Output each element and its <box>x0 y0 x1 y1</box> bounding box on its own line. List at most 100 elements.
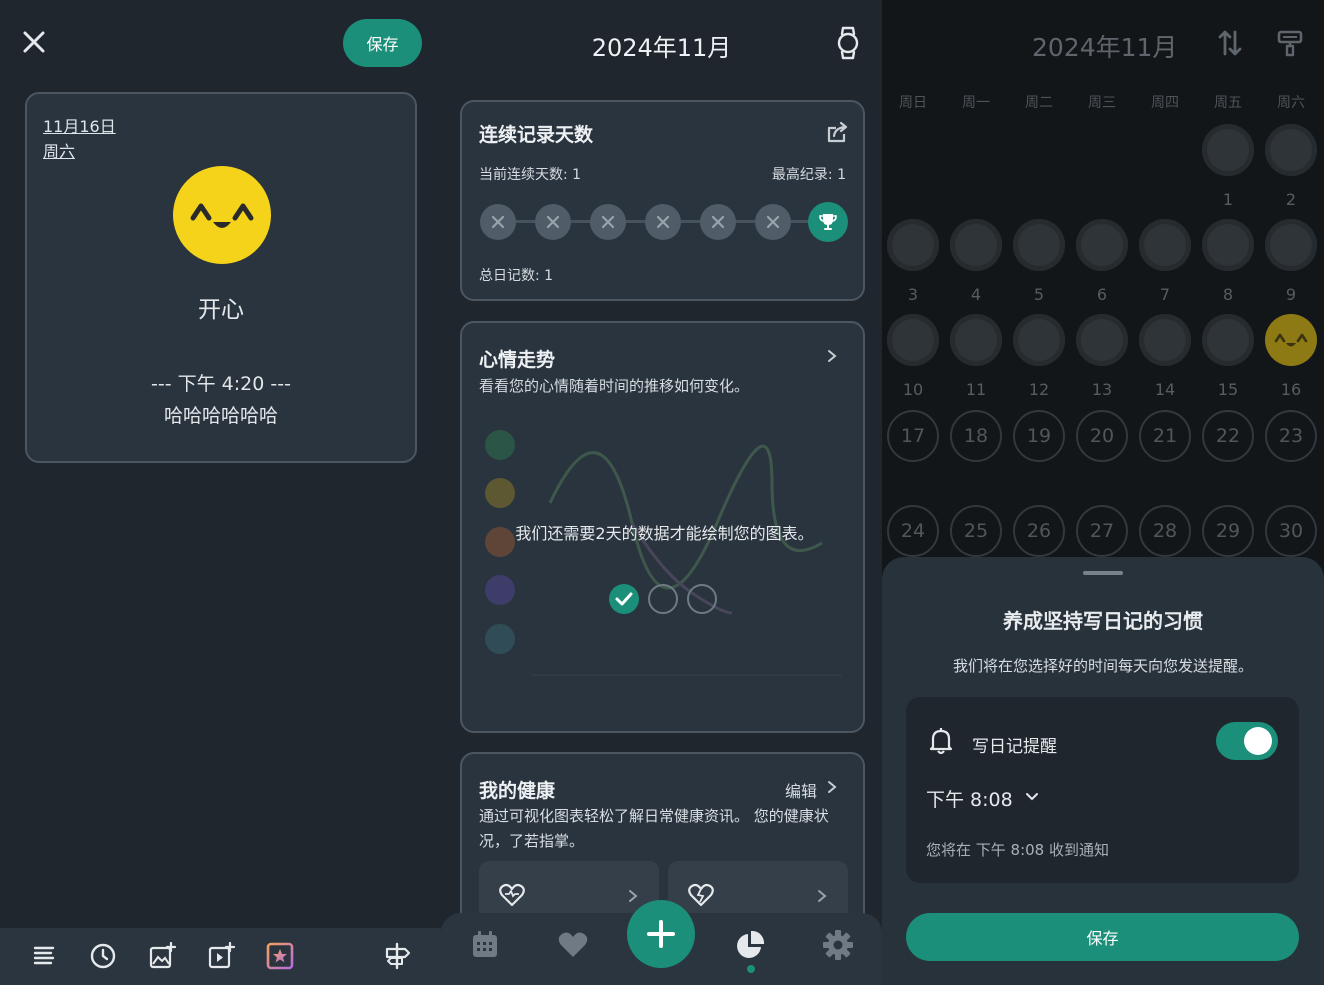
sticker-icon[interactable] <box>265 941 295 971</box>
calendar-day-number: 11 <box>965 380 987 399</box>
calendar-day-empty-slot[interactable] <box>950 314 1002 366</box>
calendar-day-future[interactable]: 23 <box>1265 410 1317 462</box>
mood-trend-card[interactable]: 心情走势 看看您的心情随着时间的推移如何变化。 我们还需要2天的数据才能绘制您的… <box>460 321 865 733</box>
bell-icon <box>929 728 953 755</box>
heart-pulse-icon <box>499 883 525 907</box>
app-root: 保存 11月16日 周六 开心 --- 下午 4:20 --- 哈哈哈哈哈哈 2… <box>0 0 1324 985</box>
calendar-day-future[interactable]: 29 <box>1202 505 1254 557</box>
entry-card[interactable]: 11月16日 周六 开心 --- 下午 4:20 --- 哈哈哈哈哈哈 <box>25 92 417 463</box>
share-icon[interactable] <box>823 120 849 144</box>
progress-pending-circle <box>687 584 717 614</box>
chevron-right-icon[interactable] <box>825 780 839 794</box>
health-edit-link[interactable]: 编辑 <box>785 778 817 802</box>
paint-roller-icon[interactable] <box>1276 28 1304 58</box>
entry-text[interactable]: 哈哈哈哈哈哈 <box>27 401 415 428</box>
sheet-drag-handle[interactable] <box>1083 571 1123 575</box>
entry-time[interactable]: --- 下午 4:20 --- <box>27 369 415 396</box>
best-streak-label: 最高纪录: 1 <box>771 167 846 183</box>
calendar-day-empty-slot[interactable] <box>1139 219 1191 271</box>
chevron-right-icon <box>818 890 827 902</box>
calendar-day-number: 6 <box>1096 285 1108 304</box>
calendar-day-number: 10 <box>902 380 924 399</box>
calendar-day-empty-slot[interactable] <box>1013 314 1065 366</box>
calendar-day-empty-slot[interactable] <box>1076 314 1128 366</box>
signpost-icon[interactable] <box>382 941 412 971</box>
calendar-day-empty-slot[interactable] <box>950 219 1002 271</box>
calendar-day-number: 15 <box>1217 380 1239 399</box>
chevron-right-icon <box>629 890 638 902</box>
entry-date[interactable]: 11月16日 周六 <box>43 114 116 164</box>
health-title: 我的健康 <box>479 780 556 802</box>
calendar-day-future[interactable]: 22 <box>1202 410 1254 462</box>
save-button[interactable]: 保存 <box>343 19 422 67</box>
calendar-icon[interactable] <box>469 929 501 961</box>
calendar-day-future[interactable]: 17 <box>887 410 939 462</box>
streak-missed-day <box>535 204 571 240</box>
calendar-day-empty-slot[interactable] <box>1202 219 1254 271</box>
trophy-icon <box>819 214 837 230</box>
stats-month-title[interactable]: 2024年11月 <box>441 28 882 63</box>
calendar-day-future[interactable]: 28 <box>1139 505 1191 557</box>
streak-missed-day <box>480 204 516 240</box>
plus-icon <box>647 920 675 948</box>
calendar-day-number: 12 <box>1028 380 1050 399</box>
calendar-day-empty-slot[interactable] <box>1265 219 1317 271</box>
gear-icon[interactable] <box>822 929 854 961</box>
calendar-day-future[interactable]: 30 <box>1265 505 1317 557</box>
calendar-day-number: 13 <box>1091 380 1113 399</box>
reminder-time-select[interactable]: 下午 8:08 <box>926 785 1013 812</box>
calendar-day-empty-slot[interactable] <box>887 314 939 366</box>
calendar-day-empty-slot[interactable] <box>1202 124 1254 176</box>
weekday-label: 周五 <box>1214 95 1242 111</box>
entry-editor-screen: 保存 11月16日 周六 开心 --- 下午 4:20 --- 哈哈哈哈哈哈 <box>0 0 441 985</box>
heart-icon[interactable] <box>557 929 589 961</box>
calendar-month-title[interactable]: 2024年11月 <box>1032 28 1177 64</box>
cross-icon <box>711 215 725 229</box>
calendar-day-empty-slot[interactable] <box>1202 314 1254 366</box>
calendar-day-future[interactable]: 25 <box>950 505 1002 557</box>
calendar-day-number: 7 <box>1159 285 1171 304</box>
close-icon[interactable] <box>18 26 50 58</box>
calendar-day-empty-slot[interactable] <box>1265 124 1317 176</box>
calendar-day-empty-slot[interactable] <box>887 219 939 271</box>
placeholder-mood-great-icon <box>485 430 515 460</box>
add-entry-button[interactable] <box>627 900 695 968</box>
calendar-day-empty-slot[interactable] <box>1139 314 1191 366</box>
calendar-day-future[interactable]: 27 <box>1076 505 1128 557</box>
happy-face-icon[interactable] <box>173 166 271 264</box>
cross-icon <box>766 215 780 229</box>
reminder-bottom-sheet: 养成坚持写日记的习惯 我们将在您选择好的时间每天向您发送提醒。 写日记提醒 下午… <box>882 557 1324 985</box>
calendar-day-number: 8 <box>1222 285 1234 304</box>
weekday-label: 周六 <box>1277 95 1305 111</box>
calendar-day-number: 2 <box>1285 190 1297 209</box>
need-more-data-message: 我们还需要2天的数据才能绘制您的图表。 <box>515 524 814 543</box>
calendar-day-future[interactable]: 20 <box>1076 410 1128 462</box>
progress-done-check <box>609 584 639 614</box>
reminder-toggle[interactable] <box>1216 722 1278 760</box>
mood-trend-title: 心情走势 <box>479 349 556 371</box>
sheet-save-button[interactable]: 保存 <box>906 913 1299 961</box>
calendar-day-empty-slot[interactable] <box>1076 219 1128 271</box>
calendar-day-future[interactable]: 18 <box>950 410 1002 462</box>
pie-chart-icon[interactable] <box>734 929 766 961</box>
calendar-day-future[interactable]: 24 <box>887 505 939 557</box>
add-image-icon[interactable] <box>147 941 177 971</box>
cross-icon <box>656 215 670 229</box>
calendar-day-number: 9 <box>1285 285 1297 304</box>
total-entries-label: 总日记数: 1 <box>479 268 554 284</box>
sort-icon[interactable] <box>1216 28 1244 58</box>
clock-icon[interactable] <box>88 941 118 971</box>
chevron-down-icon[interactable] <box>1024 789 1040 805</box>
calendar-day-empty-slot[interactable] <box>1013 219 1065 271</box>
watch-icon[interactable] <box>834 26 862 60</box>
calendar-day-number: 5 <box>1033 285 1045 304</box>
calendar-day-future[interactable]: 19 <box>1013 410 1065 462</box>
add-video-icon[interactable] <box>206 941 236 971</box>
broken-heart-icon <box>688 883 714 907</box>
calendar-day-future[interactable]: 21 <box>1139 410 1191 462</box>
text-format-icon[interactable] <box>29 941 59 971</box>
weekday-label: 周二 <box>1025 95 1053 111</box>
calendar-day-future[interactable]: 26 <box>1013 505 1065 557</box>
calendar-day-mood[interactable] <box>1265 314 1317 366</box>
chevron-right-icon[interactable] <box>825 349 839 363</box>
